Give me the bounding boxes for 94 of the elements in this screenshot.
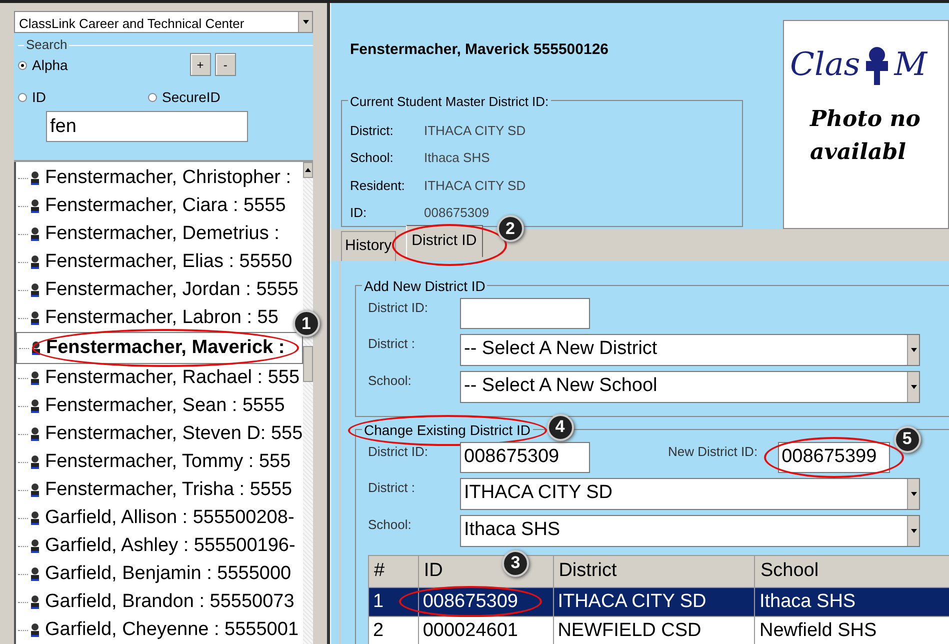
person-icon bbox=[30, 511, 40, 525]
field-label: Resident: bbox=[350, 176, 406, 194]
zoom-button[interactable]: - bbox=[214, 53, 236, 76]
table-cell: 000024601 bbox=[422, 620, 518, 641]
student-item[interactable]: Fenstermacher, Demetrius : bbox=[45, 220, 280, 248]
person-icon bbox=[30, 455, 40, 469]
student-item[interactable]: Garfield, Cheyenne : 5555001 bbox=[45, 616, 299, 644]
district-dropdown[interactable]: ITHACA CITY SD bbox=[460, 478, 920, 510]
callout-badge: 4 bbox=[546, 414, 574, 440]
tab[interactable]: District ID bbox=[406, 225, 483, 256]
school-dropdown[interactable]: ClassLink Career and Technical Center bbox=[14, 11, 313, 33]
callout-badge: 3 bbox=[502, 550, 529, 576]
district-id-field[interactable]: 008675309 bbox=[460, 442, 590, 472]
column-header[interactable]: District bbox=[558, 560, 617, 581]
student-item[interactable]: Fenstermacher, Rachael : 555 bbox=[45, 364, 300, 392]
person-icon bbox=[30, 371, 40, 385]
photo-message: availabl bbox=[810, 138, 908, 167]
person-icon bbox=[30, 595, 40, 609]
table-cell: Ithaca SHS bbox=[759, 590, 856, 612]
person-icon bbox=[30, 567, 40, 581]
table-cell: 2 bbox=[373, 620, 384, 641]
table-cell: NEWFIELD CSD bbox=[558, 620, 702, 641]
new-district-id-field[interactable]: 008675399 bbox=[778, 442, 890, 472]
student-item[interactable]: Fenstermacher, Steven D: 555 bbox=[45, 420, 303, 448]
search-field[interactable]: fen bbox=[46, 111, 248, 142]
person-icon bbox=[30, 623, 40, 637]
field-value: ITHACA CITY SD bbox=[424, 122, 526, 140]
field-label: District ID: bbox=[368, 442, 429, 460]
person-icon bbox=[30, 399, 40, 413]
up-arrow-icon bbox=[304, 168, 311, 172]
student-title: Fenstermacher, Maverick 555500126 bbox=[350, 40, 610, 60]
scroll-thumb[interactable] bbox=[302, 346, 313, 382]
tab[interactable]: History bbox=[341, 231, 396, 260]
field-label: District : bbox=[368, 478, 416, 496]
field-value: ITHACA CITY SD bbox=[424, 176, 526, 194]
scroll-up-button[interactable] bbox=[302, 162, 313, 178]
callout-badge: 1 bbox=[292, 310, 320, 337]
logo-text: M bbox=[894, 48, 927, 80]
field-value: 008675309 bbox=[424, 204, 490, 222]
person-icon bbox=[30, 539, 40, 553]
school-dropdown[interactable]: -- Select A New School bbox=[460, 370, 920, 402]
column-header[interactable]: # bbox=[374, 560, 385, 581]
field-label: School: bbox=[368, 372, 412, 390]
student-item[interactable]: Fenstermacher, Jordan : 5555 bbox=[45, 276, 298, 304]
dropdown-arrow-icon bbox=[302, 20, 308, 24]
radio-option[interactable]: SecureID bbox=[148, 87, 220, 107]
student-item[interactable]: Fenstermacher, Labron : 55 bbox=[45, 304, 278, 332]
district-dropdown[interactable]: -- Select A New District bbox=[460, 334, 920, 366]
field-value: Ithaca SHS bbox=[424, 149, 490, 167]
dropdown-arrow-icon bbox=[910, 384, 916, 388]
table-cell: ITHACA CITY SD bbox=[558, 590, 706, 612]
field-label: District ID: bbox=[368, 298, 429, 316]
person-icon bbox=[30, 311, 40, 325]
table-cell: Newfield SHS bbox=[759, 620, 877, 641]
logo-text: Clas bbox=[790, 48, 860, 80]
person-icon bbox=[30, 283, 40, 297]
student-item[interactable]: Fenstermacher, Christopher : bbox=[45, 164, 292, 192]
person-icon bbox=[30, 255, 40, 269]
callout-badge: 5 bbox=[894, 426, 921, 452]
school-dropdown[interactable]: Ithaca SHS bbox=[460, 514, 920, 546]
person-icon bbox=[30, 171, 40, 185]
person-icon bbox=[30, 227, 40, 241]
field-label: District : bbox=[368, 334, 416, 352]
student-item[interactable]: Fenstermacher, Elias : 55550 bbox=[45, 248, 292, 276]
photo-message: Photo no bbox=[810, 105, 922, 134]
student-item[interactable]: Garfield, Ashley : 555500196- bbox=[45, 532, 296, 560]
field-label: School: bbox=[368, 516, 412, 534]
scrollbar[interactable] bbox=[302, 162, 313, 644]
table-cell: 008675309 bbox=[422, 592, 518, 612]
student-item[interactable]: Fenstermacher, Ciara : 5555 bbox=[45, 192, 286, 220]
radio-option[interactable]: ID bbox=[18, 87, 148, 107]
student-item[interactable]: Garfield, Benjamin : 5555000 bbox=[45, 560, 292, 588]
table-cell: 1 bbox=[373, 590, 384, 612]
person-icon bbox=[30, 427, 40, 441]
student-item[interactable]: Garfield, Brandon : 55550073 bbox=[45, 588, 294, 616]
student-item[interactable]: Fenstermacher, Tommy : 555 bbox=[45, 448, 291, 476]
person-icon bbox=[31, 341, 41, 355]
callout-badge: 2 bbox=[496, 215, 524, 242]
radio-option[interactable]: Alpha bbox=[18, 55, 68, 76]
field-label: District: bbox=[350, 122, 394, 140]
dropdown-arrow-icon bbox=[910, 492, 916, 496]
student-item[interactable]: Fenstermacher, Trisha : 5555 bbox=[45, 476, 292, 504]
student-item[interactable]: Garfield, Allison : 555500208- bbox=[45, 504, 294, 532]
field-label: ID: bbox=[350, 204, 368, 222]
dropdown-arrow-icon bbox=[910, 528, 916, 532]
zoom-button[interactable]: + bbox=[190, 53, 211, 76]
student-item[interactable]: Fenstermacher, Sean : 5555 bbox=[45, 392, 285, 420]
column-header[interactable]: ID bbox=[424, 560, 443, 581]
person-icon bbox=[30, 483, 40, 497]
district-id-field[interactable] bbox=[460, 298, 590, 328]
field-label: New District ID: bbox=[668, 442, 758, 460]
field-label: School: bbox=[350, 149, 394, 167]
person-icon bbox=[30, 199, 40, 213]
dropdown-arrow-icon bbox=[910, 348, 916, 352]
